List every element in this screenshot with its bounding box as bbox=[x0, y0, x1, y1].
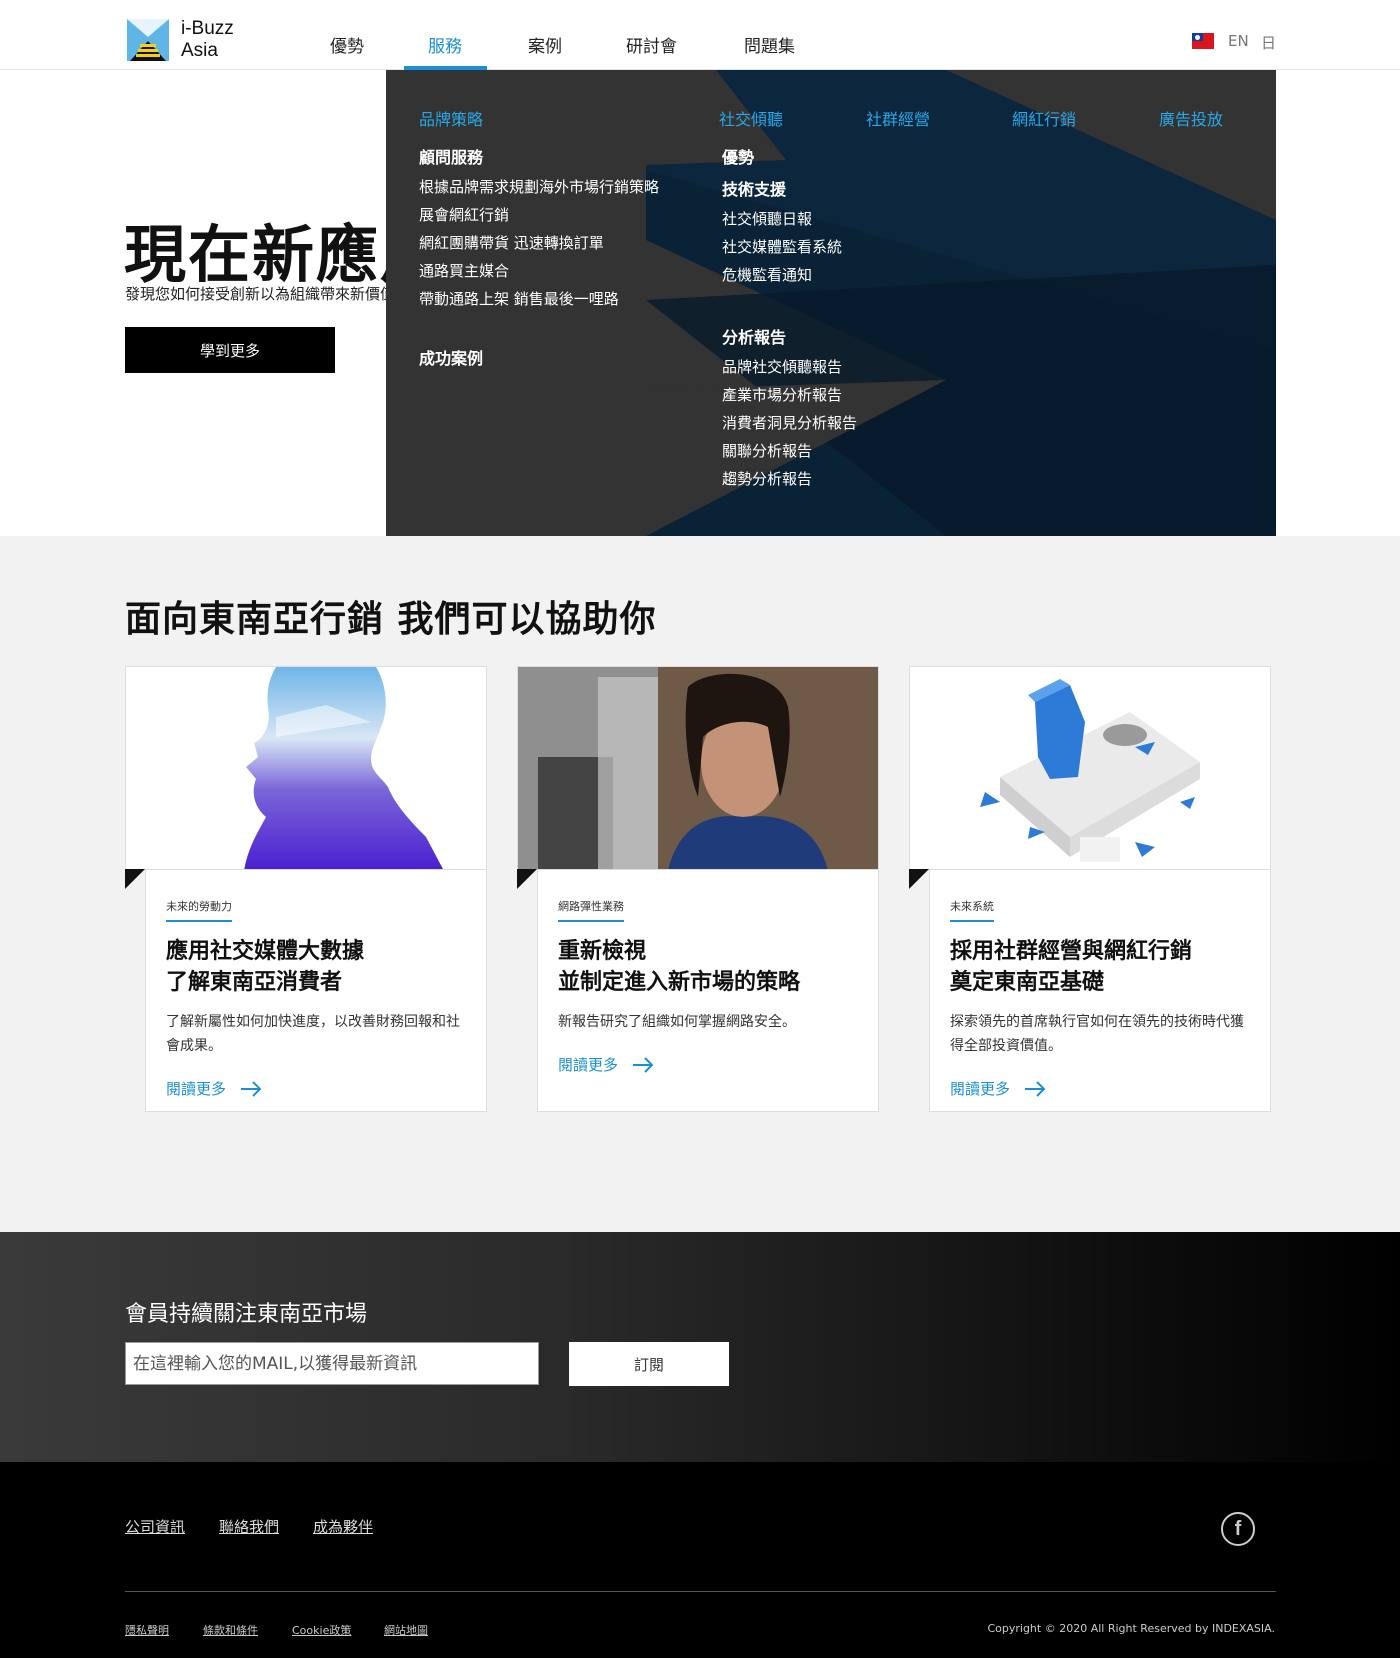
menu-item-crisis-alert[interactable]: 危機監看通知 bbox=[722, 264, 812, 285]
arrow-right-icon bbox=[1025, 1080, 1046, 1097]
i-buzz-logo-icon[interactable] bbox=[127, 19, 169, 61]
lang-ja[interactable]: 日 bbox=[1261, 32, 1276, 53]
card-3-description: 探索領先的首席執行官如何在領先的技術時代獲得全部投資價值。 bbox=[950, 1014, 1244, 1054]
brand-name-line1: i-Buzz bbox=[181, 18, 234, 39]
site-header: i-Buzz Asia 優勢 服務 案例 研討會 問題集 EN 日 bbox=[0, 0, 1400, 70]
menu-analysis-title: 分析報告 bbox=[722, 328, 787, 347]
card-2-title: 重新檢視 並制定進入新市場的策略 bbox=[558, 939, 801, 995]
footer-divider bbox=[125, 1591, 1276, 1592]
taiwan-flag-icon[interactable] bbox=[1192, 33, 1214, 49]
card-2-tag: 網路彈性業務 bbox=[558, 898, 624, 922]
nav-seminars[interactable]: 研討會 bbox=[626, 32, 677, 57]
nav-advantage[interactable]: 優勢 bbox=[330, 32, 364, 57]
card-1-corner-marker bbox=[125, 869, 145, 889]
card-3-tag: 未來系統 bbox=[950, 898, 994, 922]
menu-advantage-title[interactable]: 優勢 bbox=[722, 144, 754, 168]
card-2-read-more-link[interactable]: 閱讀更多 bbox=[558, 1054, 654, 1075]
menu-item-industry-report[interactable]: 產業市場分析報告 bbox=[722, 384, 842, 405]
nav-faq[interactable]: 問題集 bbox=[744, 32, 795, 57]
footer-contact-link[interactable]: 聯絡我們 bbox=[219, 1516, 279, 1537]
menu-item-monitor-system[interactable]: 社交媒體監看系統 bbox=[722, 236, 842, 257]
menu-community-link[interactable]: 社群經營 bbox=[866, 106, 930, 130]
menu-item-brand-report[interactable]: 品牌社交傾聽報告 bbox=[722, 356, 842, 377]
card-2-corner-marker bbox=[517, 869, 537, 889]
card-3-read-more-link[interactable]: 閱讀更多 bbox=[950, 1078, 1046, 1099]
subscribe-title: 會員持續關注東南亞市場 bbox=[125, 1302, 368, 1327]
card-2-description: 新報告研究了組織如何掌握網路安全。 bbox=[558, 1014, 796, 1030]
copyright-text: Copyright © 2020 All Right Reserved by I… bbox=[987, 1622, 1275, 1635]
footer-sitemap-link[interactable]: 網站地圖 bbox=[384, 1622, 428, 1638]
hero-subtitle: 發現您如何接受創新以為組織帶來新價值 bbox=[125, 285, 396, 303]
card-3-title: 採用社群經營與網紅行銷 奠定東南亞基礎 bbox=[950, 939, 1193, 995]
footer-cookie-link[interactable]: Cookie政策 bbox=[292, 1622, 351, 1638]
menu-consulting-title: 顧問服務 bbox=[419, 148, 484, 167]
nav-services[interactable]: 服務 bbox=[428, 32, 462, 57]
card-2-image[interactable] bbox=[517, 666, 879, 870]
card-1-image[interactable] bbox=[125, 666, 487, 870]
card-1-description: 了解新屬性如何加快進度，以改善財務回報和社會成果。 bbox=[166, 1014, 460, 1054]
subscribe-button[interactable]: 訂閱 bbox=[569, 1342, 729, 1386]
footer-terms-link[interactable]: 條款和條件 bbox=[203, 1622, 258, 1638]
lang-en[interactable]: EN bbox=[1228, 32, 1249, 50]
menu-item-kol-group-buy[interactable]: 網紅團購帶貨 迅速轉換訂單 bbox=[419, 232, 604, 253]
brand-name[interactable]: i-Buzz Asia bbox=[181, 18, 234, 62]
menu-brand-strategy-link[interactable]: 品牌策略 bbox=[419, 106, 483, 130]
menu-social-listening-link[interactable]: 社交傾聽 bbox=[719, 106, 783, 130]
card-2-read-more-label: 閱讀更多 bbox=[558, 1056, 619, 1074]
services-mega-menu: 品牌策略 顧問服務 根據品牌需求規劃海外市場行銷策略 展會網紅行銷 網紅團購帶貨… bbox=[386, 70, 1276, 536]
card-2-body[interactable]: 網路彈性業務 重新檢視 並制定進入新市場的策略 新報告研究了組織如何掌握網路安全… bbox=[537, 869, 879, 1112]
section-title: 面向東南亞行銷 我們可以協助你 bbox=[125, 599, 657, 640]
menu-item-channel-listing[interactable]: 帶動通路上架 銷售最後一哩路 bbox=[419, 288, 619, 309]
menu-tech-support-title: 技術支援 bbox=[722, 180, 787, 199]
email-input[interactable] bbox=[125, 1342, 539, 1385]
menu-item-channel-matching[interactable]: 通路買主媒合 bbox=[419, 260, 509, 281]
menu-item-expo-kol[interactable]: 展會網紅行銷 bbox=[419, 204, 509, 225]
arrow-right-icon bbox=[633, 1056, 654, 1073]
card-3-read-more-label: 閱讀更多 bbox=[950, 1080, 1011, 1098]
menu-item-consumer-report[interactable]: 消費者洞見分析報告 bbox=[722, 412, 857, 433]
card-3-image[interactable] bbox=[909, 666, 1271, 870]
learn-more-button[interactable]: 學到更多 bbox=[125, 327, 335, 373]
menu-success-cases[interactable]: 成功案例 bbox=[419, 345, 483, 369]
menu-item-trend-report[interactable]: 趨勢分析報告 bbox=[722, 468, 812, 489]
menu-item-daily-report[interactable]: 社交傾聽日報 bbox=[722, 208, 812, 229]
menu-ads-link[interactable]: 廣告投放 bbox=[1159, 106, 1223, 130]
menu-item-association-report[interactable]: 關聯分析報告 bbox=[722, 440, 812, 461]
brand-name-line2: Asia bbox=[181, 40, 218, 61]
footer-privacy-link[interactable]: 隱私聲明 bbox=[125, 1622, 169, 1638]
card-1-body[interactable]: 未來的勞動力 應用社交媒體大數據 了解東南亞消費者 了解新屬性如何加快進度，以改… bbox=[145, 869, 487, 1112]
nav-cases[interactable]: 案例 bbox=[528, 32, 562, 57]
facebook-icon[interactable]: f bbox=[1221, 1512, 1255, 1546]
card-1-read-more-link[interactable]: 閱讀更多 bbox=[166, 1078, 262, 1099]
footer-partner-link[interactable]: 成為夥伴 bbox=[313, 1516, 373, 1537]
card-1-tag: 未來的勞動力 bbox=[166, 898, 232, 922]
card-1-read-more-label: 閱讀更多 bbox=[166, 1080, 227, 1098]
card-3-corner-marker bbox=[909, 869, 929, 889]
arrow-right-icon bbox=[241, 1080, 262, 1097]
menu-item-overseas-strategy[interactable]: 根據品牌需求規劃海外市場行銷策略 bbox=[419, 176, 659, 197]
footer-company-info-link[interactable]: 公司資訊 bbox=[125, 1516, 185, 1537]
menu-kol-marketing-link[interactable]: 網紅行銷 bbox=[1012, 106, 1076, 130]
card-3-body[interactable]: 未來系統 採用社群經營與網紅行銷 奠定東南亞基礎 探索領先的首席執行官如何在領先… bbox=[929, 869, 1271, 1112]
card-1-title: 應用社交媒體大數據 了解東南亞消費者 bbox=[166, 939, 365, 995]
